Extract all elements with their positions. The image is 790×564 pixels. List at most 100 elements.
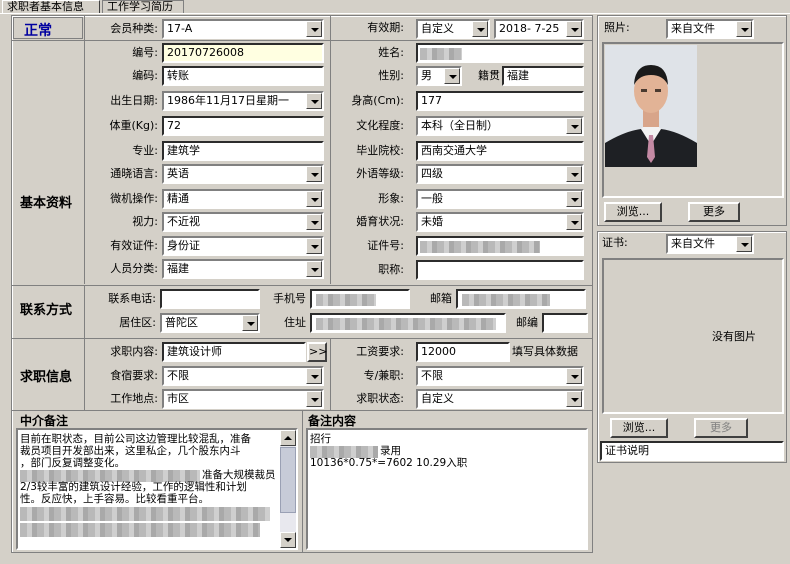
tab-bar: 求职者基本信息 工作学习简历 [0, 0, 790, 14]
agency-note-line: 目前在职状态，目前公司这边管理比较混乱，准备 [20, 433, 251, 445]
vision-select[interactable]: 不近视 [162, 212, 324, 232]
chevron-down-icon[interactable] [306, 238, 322, 254]
title-label: 职称: [378, 263, 404, 276]
code-field[interactable]: 转账 [162, 66, 324, 86]
job-status-select[interactable]: 自定义 [416, 389, 584, 409]
tab-basic-info[interactable]: 求职者基本信息 [2, 0, 100, 13]
validity-date-picker[interactable]: 2018- 7-25 [494, 19, 584, 39]
chevron-down-icon[interactable] [306, 391, 322, 407]
section-basic-title: 基本资料 [20, 196, 73, 211]
cert-label: 证书: [602, 236, 628, 249]
board-select[interactable]: 不限 [162, 366, 324, 386]
chevron-down-icon[interactable] [242, 315, 258, 331]
cert-description-field[interactable]: 证书说明 [600, 441, 784, 461]
scroll-thumb[interactable] [280, 447, 296, 513]
chevron-down-icon[interactable] [306, 166, 322, 182]
email-label: 邮箱 [430, 292, 452, 305]
title-field[interactable] [416, 260, 584, 280]
chevron-down-icon[interactable] [566, 118, 582, 134]
foreign-level-select[interactable]: 四级 [416, 164, 584, 184]
chevron-down-icon[interactable] [306, 21, 322, 37]
scroll-down-icon[interactable] [280, 532, 296, 548]
fulltime-label: 专/兼职: [363, 369, 404, 382]
computer-select[interactable]: 精通 [162, 189, 324, 209]
education-label: 文化程度: [356, 119, 404, 132]
chevron-down-icon[interactable] [306, 368, 322, 384]
language-select[interactable]: 英语 [162, 164, 324, 184]
postcode-field[interactable] [542, 313, 588, 333]
id-type-select[interactable]: 身份证 [162, 236, 324, 256]
agency-note-line: 性。反应快，上手容易。比较看重平台。 [20, 493, 209, 505]
chevron-down-icon[interactable] [306, 261, 322, 277]
chevron-down-icon[interactable] [736, 236, 752, 252]
name-field[interactable] [416, 43, 584, 63]
marriage-select[interactable]: 未婚 [416, 212, 584, 232]
district-select[interactable]: 普陀区 [160, 313, 260, 333]
job-content-field[interactable]: 建筑设计师 [162, 342, 306, 362]
validity-select[interactable]: 自定义 [416, 19, 490, 39]
cert-browse-button[interactable]: 浏览... [610, 418, 668, 438]
tab-work-history[interactable]: 工作学习简历 [102, 0, 184, 13]
cert-more-button[interactable]: 更多 [694, 418, 748, 438]
chevron-down-icon[interactable] [566, 166, 582, 182]
school-field[interactable]: 西南交通大学 [416, 141, 584, 161]
chevron-down-icon[interactable] [444, 68, 460, 84]
major-field[interactable]: 建筑学 [162, 141, 324, 161]
weight-field[interactable]: 72 [162, 116, 324, 136]
chevron-down-icon[interactable] [306, 214, 322, 230]
birth-date-picker[interactable]: 1986年11月17日星期一 [162, 91, 324, 111]
number-field[interactable]: 20170726008 [162, 43, 324, 63]
category-select[interactable]: 福建 [162, 259, 324, 279]
board-label: 食宿要求: [110, 369, 158, 382]
note-content-memo[interactable]: 招行 录用 10136*0.75*=7602 10.29入职 [306, 428, 588, 550]
mobile-field[interactable] [310, 289, 410, 309]
cert-source-select[interactable]: 来自文件 [666, 234, 754, 254]
fulltime-select[interactable]: 不限 [416, 366, 584, 386]
scroll-up-icon[interactable] [280, 430, 296, 446]
chevron-down-icon[interactable] [566, 368, 582, 384]
mobile-label: 手机号 [273, 292, 306, 305]
code-label: 编码: [132, 69, 158, 82]
email-field[interactable] [456, 289, 586, 309]
photo-browse-button[interactable]: 浏览... [604, 202, 662, 222]
origin-label: 籍贯 [478, 69, 500, 82]
chevron-down-icon[interactable] [472, 21, 488, 37]
id-no-field[interactable] [416, 236, 584, 256]
chevron-down-icon[interactable] [566, 191, 582, 207]
computer-label: 微机操作: [110, 192, 158, 205]
education-select[interactable]: 本科（全日制） [416, 116, 584, 136]
height-field[interactable]: 177 [416, 91, 584, 111]
job-content-more-button[interactable]: >> [307, 342, 327, 362]
redacted-note-text [20, 523, 260, 537]
weight-label: 体重(Kg): [109, 119, 159, 132]
chevron-down-icon[interactable] [566, 391, 582, 407]
phone-label: 联系电话: [108, 292, 156, 305]
address-field[interactable] [310, 313, 506, 333]
member-type-select[interactable]: 17-A [162, 19, 324, 39]
redacted-name [420, 48, 462, 60]
note-content-line: 招行 [310, 433, 331, 445]
image-select[interactable]: 一般 [416, 189, 584, 209]
section-note-content-title: 备注内容 [308, 414, 357, 428]
redacted-note-text [20, 507, 270, 521]
salary-label: 工资要求: [356, 345, 404, 358]
gender-select[interactable]: 男 [416, 66, 462, 86]
photo-source-select[interactable]: 来自文件 [666, 19, 754, 39]
photo-label: 照片: [604, 21, 630, 34]
agency-note-memo[interactable]: 目前在职状态，目前公司这边管理比较混乱，准备 裁员项目开发部出来，这里私企，几个… [16, 428, 298, 550]
location-select[interactable]: 市区 [162, 389, 324, 409]
section-job-title: 求职信息 [20, 370, 73, 385]
origin-field[interactable]: 福建 [502, 66, 584, 86]
redacted-email [462, 294, 550, 306]
chevron-down-icon[interactable] [306, 93, 322, 109]
agency-note-scrollbar[interactable] [280, 430, 296, 548]
phone-field[interactable] [160, 289, 260, 309]
chevron-down-icon[interactable] [736, 21, 752, 37]
marriage-label: 婚育状况: [356, 215, 404, 228]
agency-note-line: 裁员项目开发部出来，这里私企，几个股东内斗 [20, 445, 241, 457]
salary-field[interactable]: 12000 [416, 342, 510, 362]
chevron-down-icon[interactable] [306, 191, 322, 207]
chevron-down-icon[interactable] [566, 21, 582, 37]
photo-more-button[interactable]: 更多 [688, 202, 740, 222]
chevron-down-icon[interactable] [566, 214, 582, 230]
